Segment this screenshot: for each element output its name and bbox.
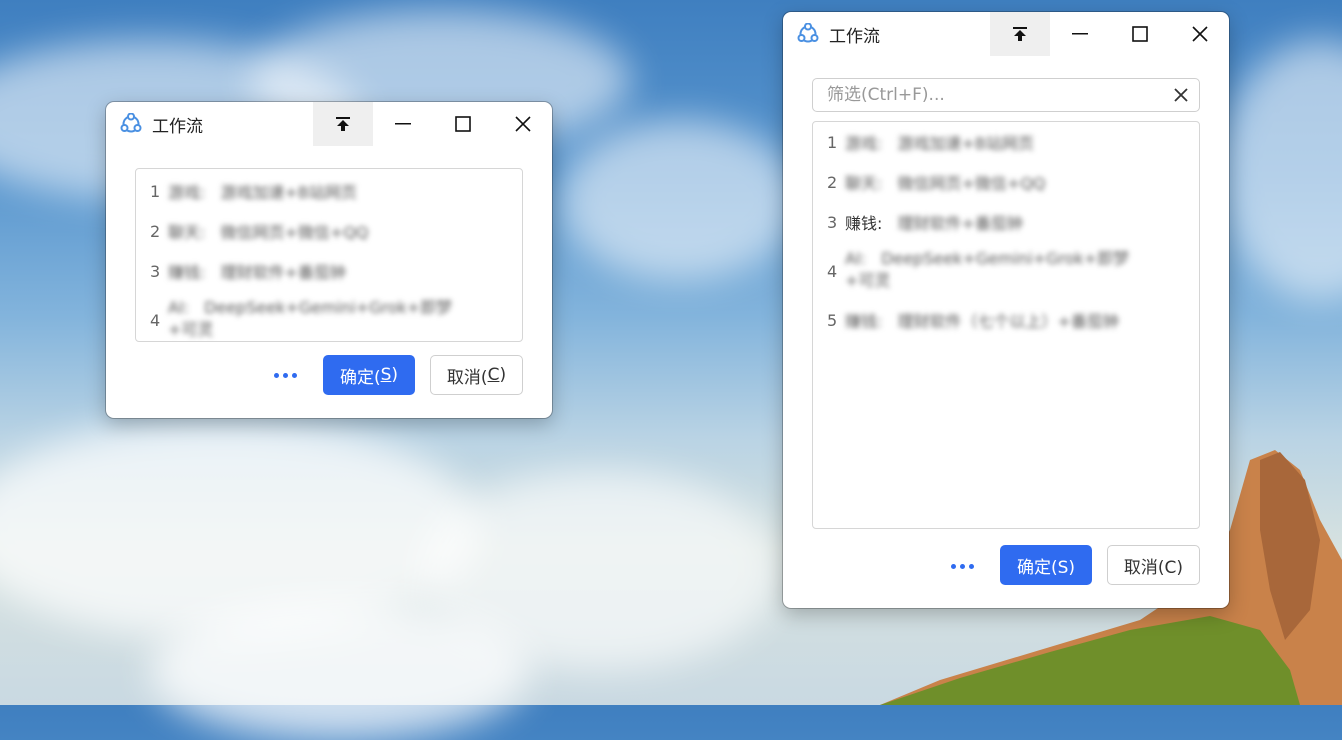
more-options-button[interactable]: [274, 373, 297, 378]
minimize-button[interactable]: [373, 102, 433, 146]
maximize-button[interactable]: [1110, 12, 1170, 56]
more-dots-icon: [951, 564, 956, 569]
minimize-icon: [395, 123, 411, 125]
filter-search-field[interactable]: [812, 78, 1200, 112]
close-icon: [1192, 26, 1208, 42]
list-item[interactable]: 4 AI: DeepSeek+Gemini+Grok+即梦 +可灵: [136, 291, 522, 341]
cancel-button[interactable]: 取消(C): [430, 355, 523, 395]
window-title: 工作流: [829, 27, 880, 47]
list-item[interactable]: 2 聊天: 微信网页+微信+QQ: [136, 211, 522, 251]
confirm-button[interactable]: 确定(S): [323, 355, 415, 395]
maximize-icon: [1132, 26, 1148, 42]
maximize-icon: [455, 116, 471, 132]
window-title: 工作流: [152, 117, 203, 137]
close-icon: [515, 116, 531, 132]
app-logo-icon: [120, 113, 142, 133]
list-item[interactable]: 2 聊天: 微信网页+微信+QQ: [813, 162, 1199, 202]
confirm-button[interactable]: 确定(S): [1000, 545, 1092, 585]
list-item[interactable]: 1 游戏: 游戏加速+B站网页: [813, 122, 1199, 162]
list-item[interactable]: 3 赚钱: 理财软件+番茄钟: [813, 202, 1199, 242]
minimize-icon: [1072, 33, 1088, 35]
clear-search-icon[interactable]: [1173, 87, 1189, 103]
filter-input[interactable]: [813, 79, 1199, 111]
workflow-list[interactable]: 1 游戏: 游戏加速+B站网页 2 聊天: 微信网页+微信+QQ 3 赚钱: 理…: [812, 121, 1200, 529]
maximize-button[interactable]: [433, 102, 493, 146]
list-item[interactable]: 1 游戏: 游戏加速+B站网页: [136, 171, 522, 211]
pin-on-top-button[interactable]: [990, 12, 1050, 56]
app-logo-icon: [797, 23, 819, 43]
pin-top-icon: [336, 117, 350, 131]
workflow-window-small: 工作流 1 游戏: 游戏加速+B站网页 2 聊天: 微信网页+微信+QQ 3 赚…: [106, 102, 552, 418]
close-button[interactable]: [1170, 12, 1230, 56]
pin-on-top-button[interactable]: [313, 102, 373, 146]
more-options-button[interactable]: [951, 564, 974, 569]
cancel-button[interactable]: 取消(C): [1107, 545, 1200, 585]
workflow-list[interactable]: 1 游戏: 游戏加速+B站网页 2 聊天: 微信网页+微信+QQ 3 赚钱: 理…: [135, 168, 523, 342]
titlebar[interactable]: 工作流: [106, 102, 552, 146]
list-item[interactable]: 5 赚钱: 理财软件（七个以上）+番茄钟: [813, 300, 1199, 340]
close-button[interactable]: [493, 102, 553, 146]
more-dots-icon: [274, 373, 279, 378]
titlebar[interactable]: 工作流: [783, 12, 1229, 56]
workflow-window-large: 工作流 1 游戏: 游戏加速+B站网页 2: [783, 12, 1229, 608]
pin-top-icon: [1013, 27, 1027, 41]
list-item[interactable]: 3 赚钱: 理财软件+番茄钟: [136, 251, 522, 291]
list-item[interactable]: 4 AI: DeepSeek+Gemini+Grok+即梦 +可灵: [813, 242, 1199, 300]
minimize-button[interactable]: [1050, 12, 1110, 56]
